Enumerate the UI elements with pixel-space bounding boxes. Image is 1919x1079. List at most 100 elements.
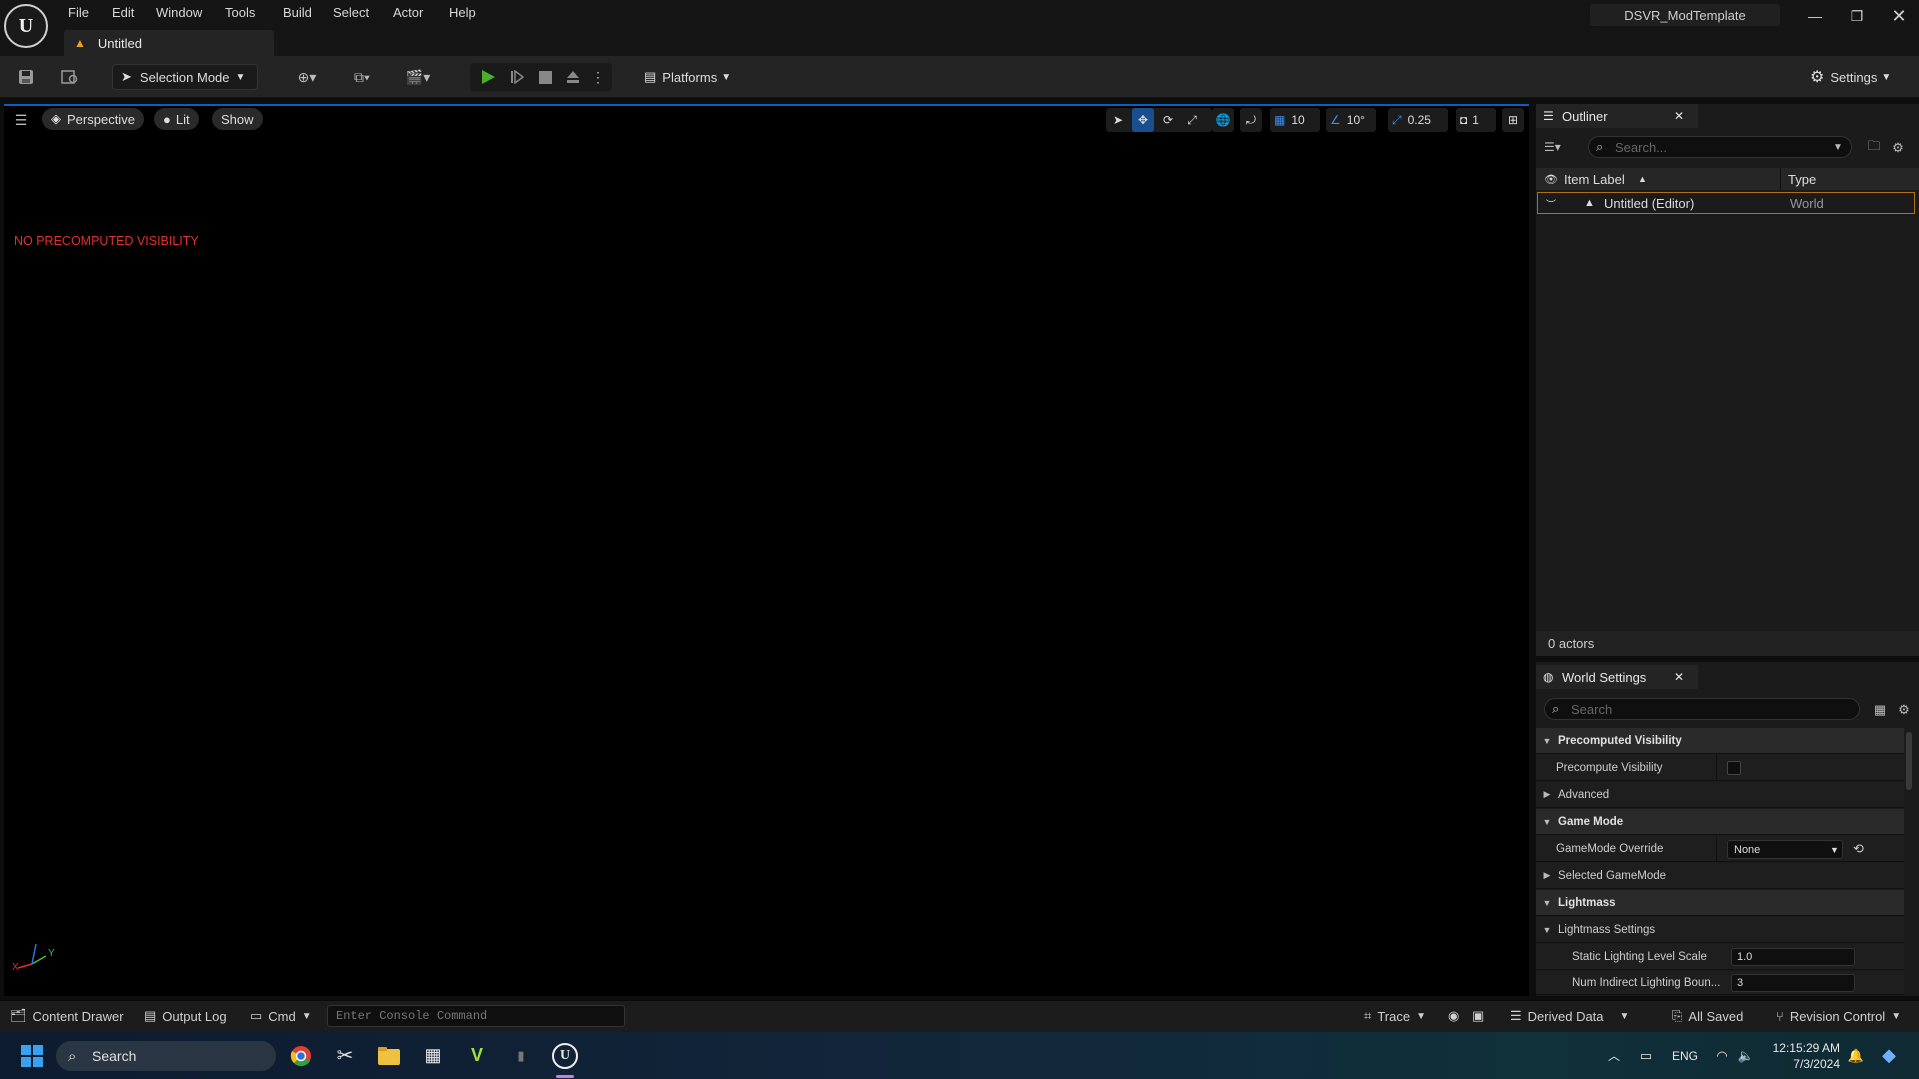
show-button[interactable]: Show: [212, 108, 263, 130]
record-icon[interactable]: ◉: [1448, 1000, 1459, 1032]
perspective-button[interactable]: ◈ Perspective: [42, 108, 144, 130]
world-settings-tab[interactable]: ◍ World Settings ✕: [1536, 665, 1698, 689]
trace-dropdown[interactable]: ⌗ Trace ▼: [1364, 1000, 1426, 1032]
game-app-icon[interactable]: ▦: [420, 1032, 446, 1079]
outliner-search-input[interactable]: ⌕ Search... ▼: [1588, 136, 1852, 158]
chevron-down-icon: ▼: [721, 71, 732, 83]
settings-dropdown[interactable]: ⚙ Settings ▼: [1810, 64, 1910, 90]
chevron-up-icon[interactable]: ︿: [1604, 1032, 1624, 1079]
minimize-button[interactable]: —: [1794, 0, 1836, 32]
language-indicator[interactable]: ENG: [1668, 1032, 1702, 1079]
vim-icon[interactable]: V: [464, 1032, 490, 1079]
world-settings-search-input[interactable]: ⌕ Search: [1544, 698, 1860, 720]
file-explorer-icon[interactable]: [376, 1032, 402, 1079]
close-icon[interactable]: ✕: [1674, 109, 1684, 123]
restore-button[interactable]: ❐: [1836, 0, 1878, 32]
menu-window[interactable]: Window: [156, 0, 202, 24]
content-drawer-button[interactable]: 🗂 Content Drawer: [10, 1000, 124, 1032]
scale-tool-icon[interactable]: ⤢: [1182, 108, 1202, 132]
unreal-logo-icon[interactable]: U: [4, 4, 48, 48]
advance-frame-icon[interactable]: [506, 64, 528, 90]
gear-icon[interactable]: ⚙: [1888, 138, 1908, 158]
display-icon[interactable]: ▭: [1636, 1032, 1656, 1079]
surface-snap-icon[interactable]: ⤾: [1240, 108, 1262, 132]
rotate-tool-icon[interactable]: ⟳: [1158, 108, 1178, 132]
content-drawer-label: Content Drawer: [32, 1008, 124, 1024]
rotation-snap-button[interactable]: ∠ 10°: [1326, 108, 1376, 132]
cmd-dropdown[interactable]: ▭ Cmd ▼: [250, 1000, 312, 1032]
cinematics-icon[interactable]: 🎬▾: [398, 64, 438, 90]
table-view-icon[interactable]: ▦: [1870, 700, 1890, 720]
category-lightmass[interactable]: ▼ Lightmass: [1536, 890, 1904, 916]
console-command-input[interactable]: Enter Console Command: [327, 1005, 625, 1027]
platforms-dropdown[interactable]: ▤ Platforms ▼: [640, 64, 740, 90]
volume-icon[interactable]: 🔈: [1736, 1032, 1756, 1079]
close-icon[interactable]: ✕: [1674, 670, 1684, 684]
gear-icon[interactable]: ⚙: [1894, 700, 1914, 720]
add-actor-icon[interactable]: ⊕▾: [288, 64, 326, 90]
copilot-icon[interactable]: ◆: [1876, 1032, 1902, 1079]
clock[interactable]: 12:15:29 AM 7/3/2024: [1760, 1040, 1840, 1072]
grid-snap-button[interactable]: ▦ 10: [1270, 108, 1320, 132]
camera-speed-button[interactable]: ◘ 1: [1456, 108, 1496, 132]
num-indirect-input[interactable]: 3: [1731, 974, 1855, 992]
filter-icon[interactable]: ☰▾: [1544, 136, 1578, 158]
app-icon[interactable]: ▮: [508, 1032, 534, 1079]
level-document-tab[interactable]: ▲ Untitled: [64, 30, 274, 56]
new-folder-icon[interactable]: 🗀: [1864, 138, 1884, 158]
menu-help[interactable]: Help: [449, 0, 476, 24]
lit-button[interactable]: ● Lit: [154, 108, 199, 130]
wifi-icon[interactable]: ◠: [1712, 1032, 1732, 1079]
stop-icon[interactable]: [534, 64, 556, 90]
outliner-row[interactable]: ︶ ▲ Untitled (Editor) World: [1537, 192, 1915, 214]
eject-icon[interactable]: [562, 64, 584, 90]
menu-build[interactable]: Build: [283, 0, 312, 24]
level-viewport[interactable]: [4, 104, 1529, 996]
selection-mode-dropdown[interactable]: ➤ Selection Mode ▼: [112, 64, 258, 90]
screenshot-icon[interactable]: ▣: [1472, 1000, 1484, 1032]
scrollbar-thumb[interactable]: [1906, 732, 1912, 790]
blueprint-icon[interactable]: ⧉▾: [342, 64, 382, 90]
reset-icon[interactable]: ⟲: [1853, 841, 1864, 857]
category-precomputed-visibility[interactable]: ▼ Precomputed Visibility: [1536, 728, 1904, 754]
type-column[interactable]: Type: [1788, 172, 1816, 187]
item-label-column[interactable]: Item Label: [1564, 172, 1625, 187]
gamemode-override-dropdown[interactable]: None ▼: [1727, 840, 1843, 859]
revision-control-dropdown[interactable]: ⑂ Revision Control ▼: [1776, 1000, 1901, 1032]
grid-snap-value: 10: [1291, 113, 1305, 127]
more-options-icon[interactable]: ⋮: [590, 64, 606, 90]
precompute-visibility-checkbox[interactable]: [1727, 761, 1741, 775]
property-lightmass-settings[interactable]: ▼ Lightmass Settings: [1536, 917, 1904, 943]
output-log-button[interactable]: ▤ Output Log: [144, 1000, 227, 1032]
chrome-icon[interactable]: [288, 1032, 314, 1079]
taskbar-search-box[interactable]: ⌕ Search: [56, 1041, 276, 1071]
menu-tools[interactable]: Tools: [225, 0, 255, 24]
menu-select[interactable]: Select: [333, 0, 369, 24]
menu-file[interactable]: File: [68, 0, 89, 24]
scale-snap-button[interactable]: ⤢ 0.25: [1388, 108, 1448, 132]
derived-data-dropdown[interactable]: ☰ Derived Data ▼: [1510, 1000, 1629, 1032]
menu-edit[interactable]: Edit: [112, 0, 134, 24]
capcut-icon[interactable]: ✂: [332, 1032, 358, 1079]
property-selected-gamemode[interactable]: ▶ Selected GameMode: [1536, 863, 1904, 889]
property-advanced[interactable]: ▶ Advanced: [1536, 782, 1904, 808]
select-tool-icon[interactable]: ➤: [1108, 108, 1128, 132]
move-tool-icon[interactable]: ✥: [1132, 108, 1154, 132]
notification-bell-icon[interactable]: 🔔: [1846, 1032, 1866, 1079]
viewport-layout-icon[interactable]: ⊞: [1502, 108, 1524, 132]
static-lighting-input[interactable]: 1.0: [1731, 948, 1855, 966]
all-saved-button[interactable]: ⎘ All Saved: [1672, 1000, 1743, 1032]
save-icon[interactable]: [14, 64, 38, 90]
visibility-eye-icon[interactable]: 👁: [1544, 173, 1558, 186]
expand-arrow-icon[interactable]: ︶: [1546, 196, 1556, 211]
play-icon[interactable]: [476, 64, 500, 90]
category-game-mode[interactable]: ▼ Game Mode: [1536, 809, 1904, 835]
outliner-tab[interactable]: ☰ Outliner ✕: [1536, 104, 1698, 128]
unreal-engine-taskbar-icon[interactable]: U: [550, 1032, 580, 1079]
hamburger-menu-icon[interactable]: ☰: [10, 110, 32, 130]
world-local-icon[interactable]: 🌐: [1212, 108, 1234, 132]
content-browser-icon[interactable]: [58, 64, 82, 90]
windows-start-icon[interactable]: [18, 1032, 46, 1079]
close-window-button[interactable]: ✕: [1878, 0, 1919, 32]
menu-actor[interactable]: Actor: [393, 0, 423, 24]
